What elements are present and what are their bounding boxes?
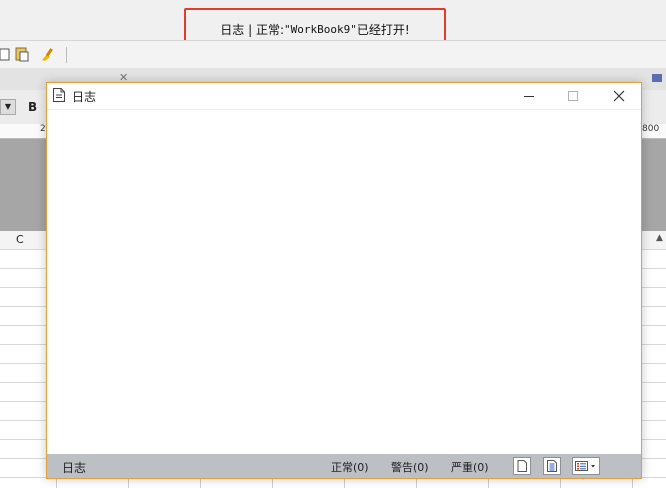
status-quote-open: " [284,23,291,36]
normal-count: 正常(0) [331,461,369,474]
list-dropdown-icon [575,461,595,471]
panel-pin-icon[interactable] [652,74,662,82]
grid-column-line [632,478,633,488]
log-window-titlebar[interactable]: 日志 [47,83,641,109]
status-prefix: 日志 | 正常: [220,23,285,37]
close-button[interactable] [597,83,641,109]
format-painter-icon[interactable] [40,46,56,62]
warning-count: 警告(0) [391,461,429,474]
statusbar-label: 日志 [62,461,87,475]
font-dropdown-arrow-icon[interactable]: ▼ [0,99,16,115]
status-quote-close: " [350,23,357,36]
ruler-tick-right: 800 [642,124,660,134]
status-workbook-name: WorkBook9 [290,23,351,36]
status-suffix: 已经打开! [356,23,410,37]
grid-column-line [56,478,57,488]
toolbar-separator [66,47,67,63]
document-icon [52,87,66,106]
grid-column-line [416,478,417,488]
log-statusbar: 日志 正常(0) 警告(0) 严重(0) [47,454,641,478]
maximize-button[interactable] [551,83,595,109]
scroll-up-icon[interactable]: ▲ [656,233,663,243]
log-content-area[interactable] [47,109,641,455]
log-window-title: 日志 [72,90,97,104]
ruler-tick-left: 2 [40,124,46,134]
copy-icon[interactable] [0,46,12,62]
grid-column-line [344,478,345,488]
grid-column-line [560,478,561,488]
column-header-c[interactable]: C [16,233,24,246]
severe-count: 严重(0) [451,461,489,474]
log-filter-dropdown[interactable] [572,457,600,475]
main-toolbar [0,40,666,69]
paste-icon[interactable] [14,46,30,62]
text-page-icon [547,460,557,472]
minimize-button[interactable] [507,83,551,109]
blank-page-icon [517,460,527,472]
grid-column-line [200,478,201,488]
bold-button[interactable]: B [28,100,37,114]
grid-column-line [272,478,273,488]
log-detail-button[interactable] [543,457,561,475]
grid-column-line [128,478,129,488]
log-window: 日志 日志 正常(0) 警告(0) 严重(0) [46,82,642,479]
grid-column-line [488,478,489,488]
new-log-button[interactable] [513,457,531,475]
